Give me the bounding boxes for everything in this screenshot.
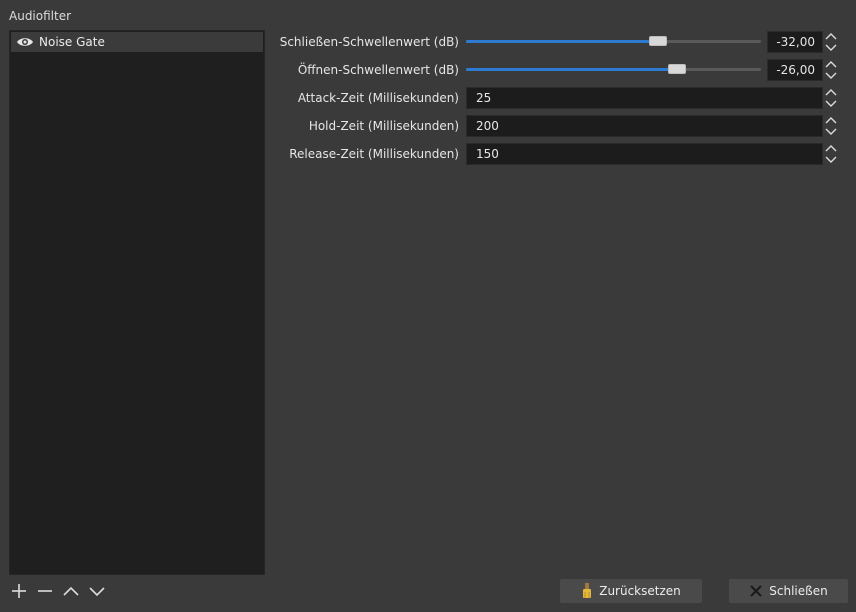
chevron-down-icon (825, 44, 837, 51)
slider-fill (466, 40, 658, 43)
chevron-down-icon (89, 587, 105, 597)
open-threshold-slider[interactable] (466, 62, 761, 76)
remove-filter-button[interactable] (35, 581, 55, 601)
filters-section-title: Audiofilter (9, 9, 72, 23)
attack-time-stepper[interactable] (823, 87, 839, 109)
slider-fill (466, 68, 677, 71)
plus-icon (12, 584, 26, 598)
add-filter-button[interactable] (9, 581, 29, 601)
close-icon (750, 585, 762, 597)
chevron-up-icon (825, 145, 837, 152)
close-button-label: Schließen (769, 584, 828, 598)
filter-name: Noise Gate (39, 35, 105, 49)
attack-time-label: Attack-Zeit (Millisekunden) (297, 91, 459, 105)
minus-icon (38, 590, 52, 592)
list-toolbar (9, 581, 107, 603)
chevron-down-icon (825, 72, 837, 79)
close-threshold-slider[interactable] (466, 34, 761, 48)
open-threshold-label: Öffnen-Schwellenwert (dB) (297, 63, 459, 77)
close-threshold-label: Schließen-Schwellenwert (dB) (279, 35, 459, 49)
close-button[interactable]: Schließen (729, 579, 848, 603)
move-down-button[interactable] (87, 581, 107, 601)
slider-handle[interactable] (667, 64, 686, 74)
chevron-up-icon (63, 586, 79, 596)
attack-time-input[interactable]: 25 (466, 87, 823, 109)
hold-time-label: Hold-Zeit (Millisekunden) (308, 119, 459, 133)
chevron-up-icon (825, 89, 837, 96)
close-threshold-input[interactable]: -32,00 (767, 31, 823, 53)
chevron-down-icon (825, 100, 837, 107)
release-time-input[interactable]: 150 (466, 143, 823, 165)
chevron-up-icon (825, 61, 837, 68)
list-item-noise-gate[interactable]: Noise Gate (11, 32, 263, 52)
reset-button-label: Zurücksetzen (599, 584, 681, 598)
eye-icon[interactable] (16, 36, 34, 48)
chevron-up-icon (825, 117, 837, 124)
slider-handle[interactable] (648, 36, 667, 46)
release-time-stepper[interactable] (823, 143, 839, 165)
move-up-button[interactable] (61, 581, 81, 601)
open-threshold-stepper[interactable] (823, 59, 839, 81)
filter-list[interactable]: Noise Gate (9, 30, 265, 575)
chevron-up-icon (825, 33, 837, 40)
close-threshold-stepper[interactable] (823, 31, 839, 53)
broom-icon (583, 583, 592, 598)
hold-time-stepper[interactable] (823, 115, 839, 137)
reset-button[interactable]: Zurücksetzen (560, 579, 702, 603)
chevron-down-icon (825, 128, 837, 135)
chevron-down-icon (825, 156, 837, 163)
open-threshold-input[interactable]: -26,00 (767, 59, 823, 81)
hold-time-input[interactable]: 200 (466, 115, 823, 137)
release-time-label: Release-Zeit (Millisekunden) (289, 147, 459, 161)
